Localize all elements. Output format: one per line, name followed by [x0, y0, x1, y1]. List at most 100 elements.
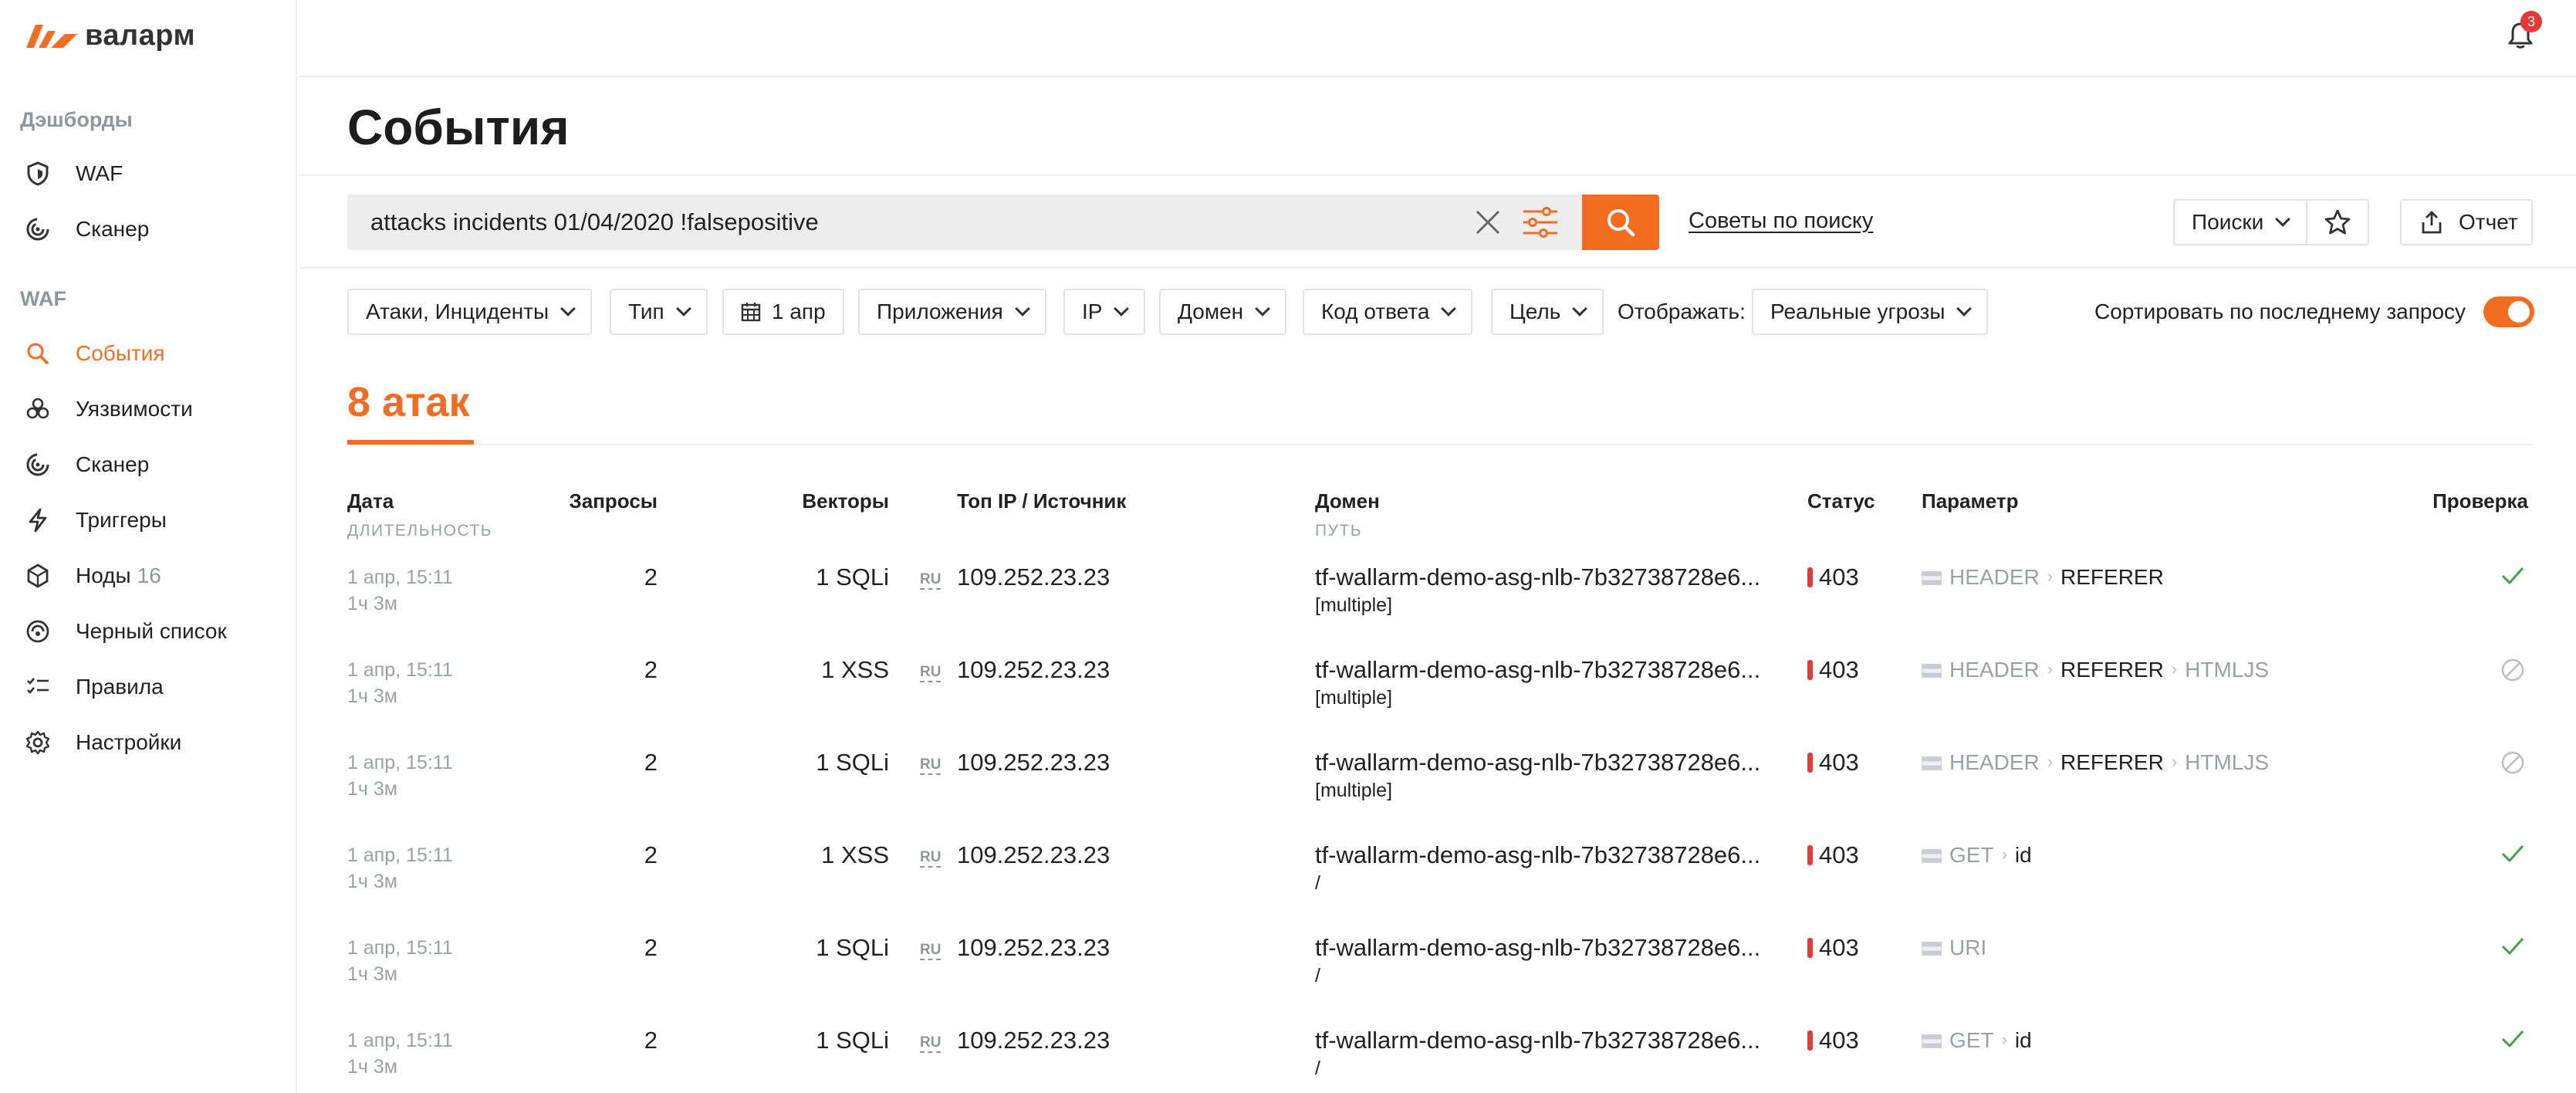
flag-icon [1922, 1034, 1942, 1048]
chevron-right-icon: › [2001, 1030, 2007, 1049]
country-code[interactable]: RU [920, 664, 941, 682]
clear-icon[interactable] [1474, 208, 1502, 236]
sidebar-item-events[interactable]: События [0, 332, 293, 375]
attacks-count-tab[interactable]: 8 атак [347, 378, 470, 426]
filter-applications[interactable]: Приложения [858, 289, 1046, 335]
event-domain[interactable]: tf-wallarm-demo-asg-nlb-7b32738728e6... [1315, 841, 1760, 869]
table-row[interactable]: 1 апр, 15:11 1ч 3м 2 1 SQLi RU 109.252.23.23 t… [347, 931, 2536, 1024]
status-indicator [1807, 938, 1813, 958]
sidebar-item-settings[interactable]: Настройки [0, 721, 293, 764]
verification-status[interactable] [2500, 936, 2525, 963]
filter-target[interactable]: Цель [1491, 289, 1604, 335]
search-input[interactable] [370, 195, 1482, 250]
search-icon [25, 340, 51, 367]
saved-searches-dropdown[interactable]: Поиски [2173, 199, 2307, 245]
sidebar-item-label: Уязвимости [76, 397, 193, 421]
country-code[interactable]: RU [920, 756, 941, 775]
verification-status[interactable] [2500, 750, 2525, 781]
sidebar-item-blacklist[interactable]: Черный список [0, 610, 293, 653]
sidebar-item-triggers[interactable]: Триггеры [0, 499, 293, 542]
sidebar-item-label: Ноды 16 [76, 563, 161, 587]
sidebar-item-rules[interactable]: Правила [0, 665, 293, 709]
save-search-button[interactable] [2306, 199, 2369, 245]
filter-response-code[interactable]: Код ответа [1303, 289, 1473, 335]
event-ip[interactable]: 109.252.23.23 [957, 934, 1110, 962]
filter-settings-icon[interactable] [1522, 207, 1559, 238]
event-ip[interactable]: 109.252.23.23 [957, 1027, 1110, 1054]
verification-status[interactable] [2500, 1028, 2525, 1056]
param-part: HEADER [1949, 565, 2040, 589]
param-part: URI [1949, 936, 1987, 959]
wallarm-logo-icon [26, 25, 77, 48]
filter-type[interactable]: Тип [610, 289, 708, 335]
event-requests[interactable]: 2 [540, 749, 658, 777]
country-code[interactable]: RU [920, 942, 941, 960]
event-requests[interactable]: 2 [540, 563, 658, 591]
calendar-icon [741, 303, 761, 322]
event-ip[interactable]: 109.252.23.23 [957, 749, 1110, 777]
filter-attacks-incidents[interactable]: Атаки, Инциденты [347, 289, 593, 335]
filter-date[interactable]: 1 апр [722, 289, 844, 335]
event-vectors[interactable]: 1 SQLi [756, 1027, 889, 1054]
header-verification: Проверка [2432, 489, 2528, 513]
logo[interactable]: валарм [25, 17, 195, 54]
event-domain[interactable]: tf-wallarm-demo-asg-nlb-7b32738728e6... [1315, 656, 1760, 684]
report-label: Отчет [2459, 210, 2518, 234]
sidebar-item-dashboard-scanner[interactable]: Сканер [0, 208, 293, 251]
event-domain[interactable]: tf-wallarm-demo-asg-nlb-7b32738728e6... [1315, 749, 1760, 777]
verification-status[interactable] [2500, 843, 2525, 871]
verification-status[interactable] [2500, 658, 2525, 689]
country-code[interactable]: RU [920, 571, 941, 590]
show-dropdown[interactable]: Реальные угрозы [1752, 289, 1989, 335]
table-row[interactable]: 1 апр, 15:11 1ч 3м 2 1 SQLi RU 109.252.23.23 t… [347, 746, 2536, 838]
header-date[interactable]: Дата [347, 489, 394, 513]
event-vectors[interactable]: 1 XSS [756, 841, 889, 869]
event-vectors[interactable]: 1 SQLi [756, 563, 889, 591]
chevron-down-icon [1255, 301, 1271, 316]
event-duration: 1ч 3м [347, 871, 397, 892]
event-vectors[interactable]: 1 SQLi [756, 934, 889, 962]
event-vectors[interactable]: 1 SQLi [756, 749, 889, 777]
event-date: 1 апр, 15:11 [347, 752, 453, 773]
disabled-icon [2501, 751, 2524, 774]
page-title: События [347, 100, 570, 155]
sidebar-item-dashboard-waf[interactable]: WAF [0, 152, 293, 195]
event-date: 1 апр, 15:11 [347, 844, 453, 866]
table-row[interactable]: 1 апр, 15:11 1ч 3м 2 1 XSS RU 109.252.23.23 tf… [347, 838, 2536, 931]
event-requests[interactable]: 2 [540, 656, 658, 684]
report-button[interactable]: Отчет [2400, 199, 2533, 245]
event-domain[interactable]: tf-wallarm-demo-asg-nlb-7b32738728e6... [1315, 1027, 1760, 1054]
event-duration: 1ч 3м [347, 593, 397, 614]
chevron-right-icon: › [2171, 659, 2178, 678]
param-part: GET [1949, 1028, 1994, 1052]
event-domain[interactable]: tf-wallarm-demo-asg-nlb-7b32738728e6... [1315, 563, 1760, 591]
chevron-down-icon [560, 301, 576, 316]
sidebar-item-nodes[interactable]: Ноды 16 [0, 554, 293, 597]
event-ip[interactable]: 109.252.23.23 [957, 563, 1110, 591]
sidebar-item-vulnerabilities[interactable]: Уязвимости [0, 387, 293, 431]
table-row[interactable]: 1 апр, 15:11 1ч 3м 2 1 SQLi RU 109.252.23.23 t… [347, 1024, 2536, 1093]
event-parameter: HEADER › REFERER › HTMLJS [1922, 750, 2269, 775]
search-button[interactable] [1582, 195, 1659, 250]
country-code[interactable]: RU [920, 1034, 941, 1053]
table-row[interactable]: 1 апр, 15:11 1ч 3м 2 1 XSS RU 109.252.23.23 tf… [347, 653, 2536, 746]
event-ip[interactable]: 109.252.23.23 [957, 656, 1110, 684]
sidebar-item-label: События [76, 341, 165, 365]
scanner-icon [25, 216, 51, 242]
event-vectors[interactable]: 1 XSS [756, 656, 889, 684]
event-requests[interactable]: 2 [540, 1027, 658, 1054]
event-requests[interactable]: 2 [540, 841, 658, 869]
notifications-button[interactable]: 3 [2505, 11, 2542, 51]
verification-status[interactable] [2500, 565, 2525, 593]
filter-ip[interactable]: IP [1063, 289, 1146, 335]
event-requests[interactable]: 2 [540, 934, 658, 962]
table-row[interactable]: 1 апр, 15:11 1ч 3м 2 1 SQLi RU 109.252.23.23 t… [347, 560, 2536, 653]
search-tips-link[interactable]: Советы по поиску [1689, 208, 1873, 234]
sidebar-item-scanner[interactable]: Сканер [0, 443, 293, 486]
country-code[interactable]: RU [920, 849, 941, 868]
sort-toggle[interactable] [2483, 296, 2534, 327]
event-ip[interactable]: 109.252.23.23 [957, 841, 1110, 869]
filter-domain[interactable]: Домен [1159, 289, 1287, 335]
event-domain[interactable]: tf-wallarm-demo-asg-nlb-7b32738728e6... [1315, 934, 1760, 962]
header-requests[interactable]: Запросы [540, 489, 658, 513]
